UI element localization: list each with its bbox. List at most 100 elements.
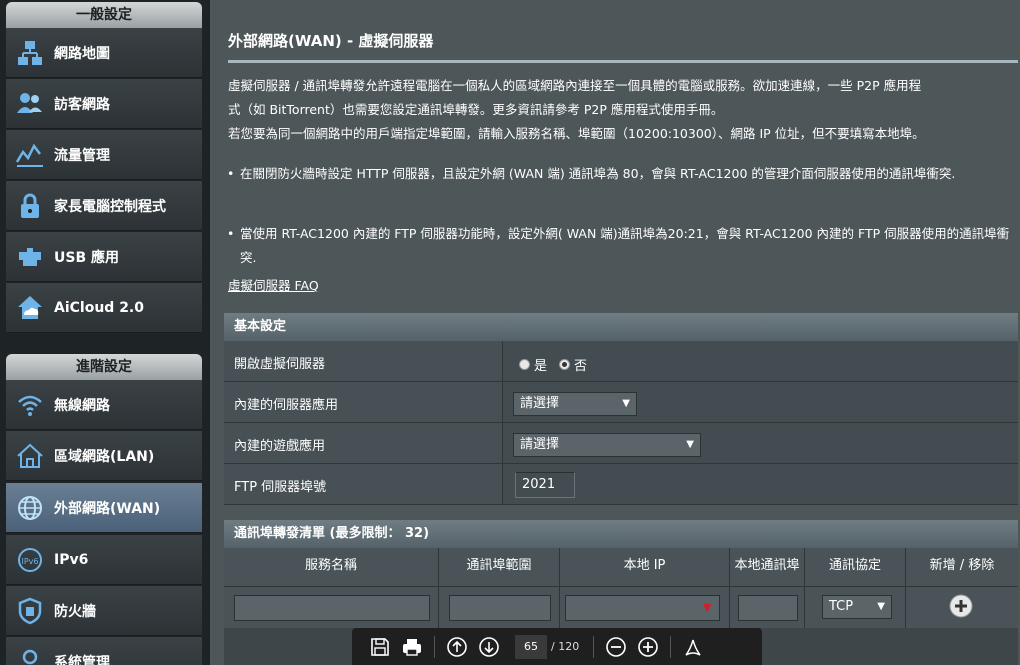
service-name-input[interactable] xyxy=(234,595,430,621)
sidebar-item-usb-app[interactable]: USB 應用 xyxy=(6,232,202,282)
sidebar-item-label: 區域網路(LAN) xyxy=(54,448,155,465)
sidebar-item-label: 訪客網路 xyxy=(54,96,110,113)
pdf-viewer-toolbar: 65 / 120 xyxy=(352,628,762,665)
radio-no-dot xyxy=(559,359,570,370)
builtin-server-label: 內建的伺服器應用 xyxy=(234,398,339,413)
basic-settings-header: 基本設定 xyxy=(224,313,1018,341)
sidebar-item-label: USB 應用 xyxy=(54,249,119,266)
enable-virtual-server-label: 開啟虛擬伺服器 xyxy=(234,357,326,372)
sidebar-item-label: 防火牆 xyxy=(54,603,96,620)
sidebar: 一般設定 網路地圖 訪客網路 流量管理 家長電腦控制程式 USB 應用 AiCl… xyxy=(0,0,210,665)
dropdown-arrow-icon: ▼ xyxy=(622,398,630,409)
zoom-in-icon[interactable] xyxy=(632,631,664,663)
sidebar-item-traffic-manager[interactable]: 流量管理 xyxy=(6,130,202,180)
builtin-server-row: 內建的伺服器應用 請選擇 ▼ xyxy=(224,382,1018,423)
lan-icon xyxy=(6,431,54,481)
note-http-conflict: 在關閉防火牆時設定 HTTP 伺服器，且設定外網 (WAN 端) 通訊埠為 80… xyxy=(227,162,1020,186)
usb-app-icon xyxy=(6,232,54,282)
zoom-out-icon[interactable] xyxy=(600,631,632,663)
col-local-port: 本地通訊埠 xyxy=(730,548,805,586)
sidebar-item-label: 外部網路(WAN) xyxy=(54,500,161,517)
ftp-port-row: FTP 伺服器埠號 2021 xyxy=(224,464,1018,505)
page-total: / 120 xyxy=(551,640,580,653)
admin-icon xyxy=(6,637,54,665)
sidebar-item-lan[interactable]: 區域網路(LAN) xyxy=(6,431,202,481)
col-port-range: 通訊埠範圍 xyxy=(439,548,560,586)
radio-yes-dot xyxy=(519,359,530,370)
title-divider xyxy=(228,60,1018,63)
next-page-icon[interactable] xyxy=(473,631,505,663)
page-number-input[interactable]: 65 xyxy=(515,634,547,659)
aicloud-icon xyxy=(6,283,54,333)
protocol-select[interactable]: TCP ▼ xyxy=(822,595,892,619)
sidebar-item-wireless[interactable]: 無線網路 xyxy=(6,380,202,430)
advanced-settings-header: 進階設定 xyxy=(6,354,202,380)
col-protocol: 通訊協定 xyxy=(805,548,906,586)
toolbar-divider xyxy=(670,635,672,658)
guest-network-icon xyxy=(6,79,54,129)
dropdown-arrow-icon: ▼ xyxy=(686,439,694,450)
builtin-game-select-value: 請選擇 xyxy=(520,437,560,452)
enable-virtual-server-row: 開啟虛擬伺服器 是 否 xyxy=(224,341,1018,382)
print-icon[interactable] xyxy=(396,631,428,663)
sidebar-item-label: 流量管理 xyxy=(54,147,110,164)
dropdown-arrow-icon[interactable]: ▼ xyxy=(703,602,715,614)
builtin-server-select-value: 請選擇 xyxy=(520,396,560,411)
col-service-name: 服務名稱 xyxy=(224,548,439,586)
sidebar-item-label: 無線網路 xyxy=(54,397,110,414)
radio-no-label: 否 xyxy=(574,359,588,374)
sidebar-item-wan[interactable]: 外部網路(WAN) xyxy=(6,483,202,533)
builtin-server-select[interactable]: 請選擇 ▼ xyxy=(513,392,637,416)
save-icon[interactable] xyxy=(364,631,396,663)
builtin-game-label: 內建的遊戲應用 xyxy=(234,439,326,454)
sidebar-item-admin[interactable]: 系統管理 xyxy=(6,637,202,665)
sidebar-item-label: AiCloud 2.0 xyxy=(54,299,144,316)
sidebar-item-label: 家長電腦控制程式 xyxy=(54,198,166,215)
ftp-port-input[interactable]: 2021 xyxy=(515,472,575,498)
pdf-tools-icon[interactable] xyxy=(677,631,709,663)
local-ip-input[interactable]: ▼ xyxy=(565,595,720,621)
ftp-port-label: FTP 伺服器埠號 xyxy=(234,480,327,495)
enable-virtual-server-value: 是 否 xyxy=(502,341,1018,381)
sidebar-item-label: 系統管理 xyxy=(54,654,110,665)
sidebar-item-label: 網路地圖 xyxy=(54,45,110,62)
parental-control-icon xyxy=(6,181,54,231)
general-settings-header: 一般設定 xyxy=(6,2,202,28)
intro-text-line3: 若您要為同一個網路中的用戶端指定埠範圍，請輸入服務名稱、埠範圍（10200:10… xyxy=(228,126,925,141)
ipv6-icon: IPv6 xyxy=(6,535,54,585)
previous-page-icon[interactable] xyxy=(441,631,473,663)
sidebar-item-network-map[interactable]: 網路地圖 xyxy=(6,28,202,78)
firewall-icon xyxy=(6,586,54,636)
network-map-icon xyxy=(6,28,54,78)
col-local-ip: 本地 IP xyxy=(560,548,730,586)
port-range-input[interactable] xyxy=(449,595,551,621)
dropdown-arrow-icon: ▼ xyxy=(877,601,885,612)
radio-no[interactable]: 否 xyxy=(559,355,587,374)
port-forward-list-header: 通訊埠轉發清單 (最多限制： 32) xyxy=(224,520,1018,548)
protocol-select-value: TCP xyxy=(829,599,854,614)
intro-text-line1: 虛擬伺服器 / 通訊埠轉發允許遠程電腦在一個私人的區域網路內連接至一個具體的電腦… xyxy=(228,78,922,93)
sidebar-item-ipv6[interactable]: IPv6 IPv6 xyxy=(6,535,202,585)
port-forward-columns: 服務名稱 通訊埠範圍 本地 IP 本地通訊埠 通訊協定 新增 / 移除 xyxy=(224,548,1018,586)
main-panel: 外部網路(WAN) - 虛擬伺服器 虛擬伺服器 / 通訊埠轉發允許遠程電腦在一個… xyxy=(210,0,1020,665)
radio-yes[interactable]: 是 xyxy=(519,355,547,374)
sidebar-item-guest-network[interactable]: 訪客網路 xyxy=(6,79,202,129)
radio-yes-label: 是 xyxy=(534,359,548,374)
col-add-remove: 新增 / 移除 xyxy=(929,558,995,573)
intro-text-line2: 式（如 BitTorrent）也需要您設定通訊埠轉發。更多資訊請參考 P2P 應… xyxy=(228,102,724,117)
sidebar-item-firewall[interactable]: 防火牆 xyxy=(6,586,202,636)
traffic-manager-icon xyxy=(6,130,54,180)
toolbar-divider xyxy=(593,635,595,658)
wireless-icon xyxy=(6,380,54,430)
toolbar-divider xyxy=(434,635,435,658)
svg-text:IPv6: IPv6 xyxy=(21,557,38,566)
sidebar-item-parental-control[interactable]: 家長電腦控制程式 xyxy=(6,181,202,231)
sidebar-item-label: IPv6 xyxy=(54,551,89,568)
builtin-game-select[interactable]: 請選擇 ▼ xyxy=(513,433,701,457)
local-port-input[interactable] xyxy=(738,595,798,621)
sidebar-item-aicloud[interactable]: AiCloud 2.0 xyxy=(6,283,202,333)
add-icon[interactable] xyxy=(948,593,974,619)
page-title: 外部網路(WAN) - 虛擬伺服器 xyxy=(228,32,434,50)
faq-link[interactable]: 虛擬伺服器 FAQ xyxy=(228,275,319,294)
port-forward-input-row: ▼ TCP ▼ xyxy=(224,586,1018,629)
